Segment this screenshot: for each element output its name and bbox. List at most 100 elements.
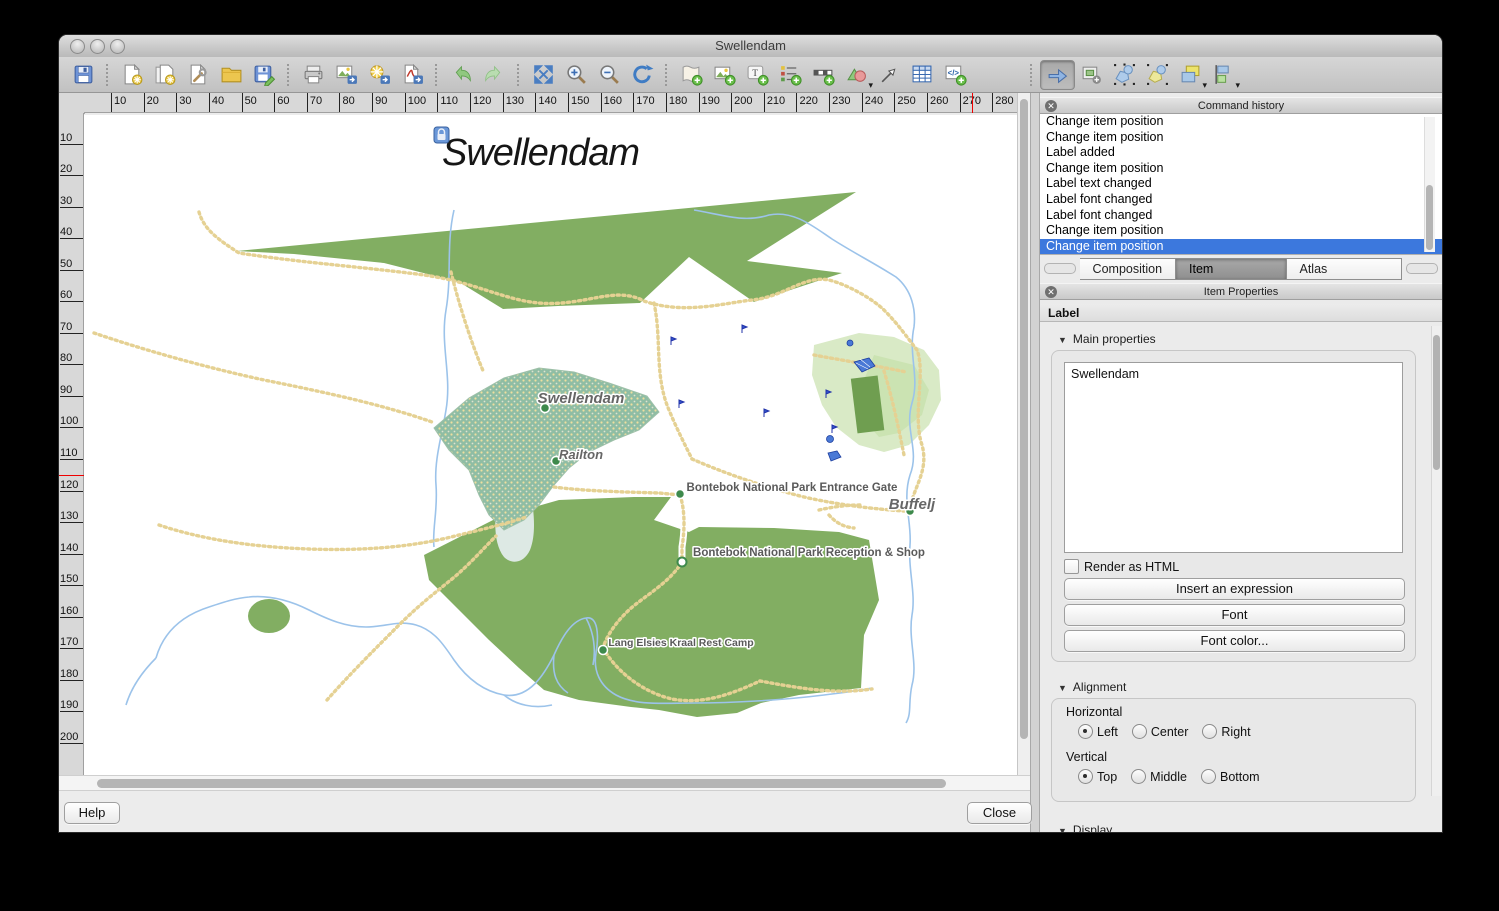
history-item[interactable]: Label font changed: [1040, 192, 1442, 208]
display-section-header[interactable]: ▼Display: [1058, 823, 1112, 832]
radio-right[interactable]: Right: [1202, 724, 1250, 739]
radio-left[interactable]: Left: [1078, 724, 1118, 739]
insert-expression-button[interactable]: Insert an expression: [1064, 578, 1405, 600]
add-new-scalebar-icon[interactable]: [807, 61, 840, 89]
ruler-left-tick: 10: [59, 113, 83, 145]
font-button[interactable]: Font: [1064, 604, 1405, 626]
ruler-top-tick: 30: [176, 93, 209, 112]
composition-page[interactable]: Swellendam Railton Bontebok National Par…: [84, 115, 1017, 775]
vertical-label: Vertical: [1066, 750, 1107, 764]
main-properties-section-header[interactable]: ▼Main properties: [1058, 332, 1156, 346]
save-as-template-icon[interactable]: [248, 61, 281, 89]
tab-item-properties[interactable]: Item Properties: [1176, 258, 1286, 280]
ruler-left-tick: 150: [59, 555, 83, 587]
add-new-legend-icon[interactable]: [774, 61, 807, 89]
add-new-label-icon[interactable]: T: [741, 61, 774, 89]
ruler-top-tick: 60: [274, 93, 307, 112]
print-icon[interactable]: [297, 61, 330, 89]
radio-left-icon[interactable]: [1078, 724, 1093, 739]
ruler-corner: [59, 93, 85, 114]
map-item[interactable]: Swellendam Railton Bontebok National Par…: [84, 115, 1017, 775]
ruler-top-tick: 140: [535, 93, 568, 112]
vertical-scroll-thumb[interactable]: [1020, 99, 1028, 739]
radio-center-icon[interactable]: [1132, 724, 1147, 739]
radio-middle[interactable]: Middle: [1131, 769, 1187, 784]
close-panel-icon[interactable]: ✕: [1045, 100, 1057, 112]
close-panel-icon[interactable]: ✕: [1045, 286, 1057, 298]
ruler-left-tick: 170: [59, 618, 83, 650]
ruler-top-tick: 220: [796, 93, 829, 112]
radio-middle-icon[interactable]: [1131, 769, 1146, 784]
history-item[interactable]: Change item position: [1040, 239, 1442, 255]
font-color-button[interactable]: Font color...: [1064, 630, 1405, 652]
add-arrow-icon[interactable]: [873, 61, 906, 89]
export-as-image-icon[interactable]: [330, 61, 363, 89]
ruler-left-tick: 140: [59, 523, 83, 555]
add-image-icon[interactable]: [708, 61, 741, 89]
render-as-html-checkbox[interactable]: [1064, 559, 1079, 574]
vertical-radio-group: Top Middle Bottom: [1078, 769, 1274, 784]
refresh-view-icon[interactable]: [626, 61, 659, 89]
ruler-top-tick: 260: [927, 93, 960, 112]
history-item[interactable]: Change item position: [1040, 130, 1442, 146]
add-new-map-icon[interactable]: [675, 61, 708, 89]
horizontal-scroll-thumb[interactable]: [97, 779, 946, 788]
zoom-full-icon[interactable]: [527, 61, 560, 89]
radio-center[interactable]: Center: [1132, 724, 1189, 739]
duplicate-composition-icon[interactable]: [149, 61, 182, 89]
history-item[interactable]: Change item position: [1040, 114, 1442, 130]
zoom-out-icon[interactable]: [593, 61, 626, 89]
history-item[interactable]: Label added: [1040, 145, 1442, 161]
toolbar-separator: [1030, 64, 1034, 86]
history-scrollbar[interactable]: [1424, 117, 1435, 252]
select-move-item-icon[interactable]: [1040, 60, 1075, 90]
add-html-frame-icon[interactable]: </>: [939, 61, 972, 89]
align-selected-items-icon[interactable]: ▾: [1207, 61, 1240, 89]
history-item[interactable]: Label text changed: [1040, 176, 1442, 192]
new-composition-icon[interactable]: [116, 61, 149, 89]
raise-selected-items-icon[interactable]: ▾: [1174, 61, 1207, 89]
history-item[interactable]: Change item position: [1040, 161, 1442, 177]
tab-composition[interactable]: Composition: [1080, 258, 1176, 280]
undo-icon[interactable]: [445, 61, 478, 89]
cursor-position-marker-y: [59, 475, 84, 476]
radio-right-icon[interactable]: [1202, 724, 1217, 739]
add-attribute-table-icon[interactable]: [906, 61, 939, 89]
history-scroll-thumb[interactable]: [1426, 185, 1433, 250]
ruler-top-tick: 190: [699, 93, 732, 112]
composer-window: Swellendam T ▾ </>: [59, 35, 1442, 832]
group-items-icon[interactable]: [1108, 61, 1141, 89]
help-button[interactable]: Help: [64, 802, 120, 824]
radio-top[interactable]: Top: [1078, 769, 1117, 784]
history-item[interactable]: Change item position: [1040, 223, 1442, 239]
move-item-content-icon[interactable]: [1075, 61, 1108, 89]
composition-manager-icon[interactable]: [182, 61, 215, 89]
panel-scroll-thumb[interactable]: [1433, 335, 1440, 470]
add-basic-shape-icon[interactable]: ▾: [840, 61, 873, 89]
redo-icon[interactable]: [478, 61, 511, 89]
collapse-triangle-icon: ▼: [1058, 335, 1067, 345]
canvas-horizontal-scrollbar[interactable]: [59, 775, 1030, 791]
panel-splitter[interactable]: [1030, 93, 1040, 832]
load-from-template-icon[interactable]: [215, 61, 248, 89]
ungroup-items-icon[interactable]: [1141, 61, 1174, 89]
title-label-item[interactable]: Swellendam: [434, 127, 639, 174]
ruler-left-tick: 160: [59, 586, 83, 618]
tab-atlas-generation[interactable]: Atlas generation: [1287, 258, 1403, 280]
alignment-section-header[interactable]: ▼Alignment: [1058, 680, 1126, 694]
toolbar-separator: [517, 64, 521, 86]
panel-scrollbar[interactable]: [1431, 326, 1441, 796]
export-as-pdf-icon[interactable]: [396, 61, 429, 89]
radio-bottom-icon[interactable]: [1201, 769, 1216, 784]
radio-top-icon[interactable]: [1078, 769, 1093, 784]
label-text-input[interactable]: Swellendam: [1064, 362, 1403, 553]
save-project-icon[interactable]: [67, 61, 100, 89]
export-as-svg-icon[interactable]: [363, 61, 396, 89]
ruler-top-tick: 280: [992, 93, 1017, 112]
canvas-vertical-scrollbar[interactable]: [1017, 93, 1030, 775]
ruler-top-tick: 130: [503, 93, 536, 112]
zoom-in-icon[interactable]: [560, 61, 593, 89]
radio-bottom[interactable]: Bottom: [1201, 769, 1260, 784]
close-button[interactable]: Close: [967, 802, 1032, 824]
history-item[interactable]: Label font changed: [1040, 208, 1442, 224]
